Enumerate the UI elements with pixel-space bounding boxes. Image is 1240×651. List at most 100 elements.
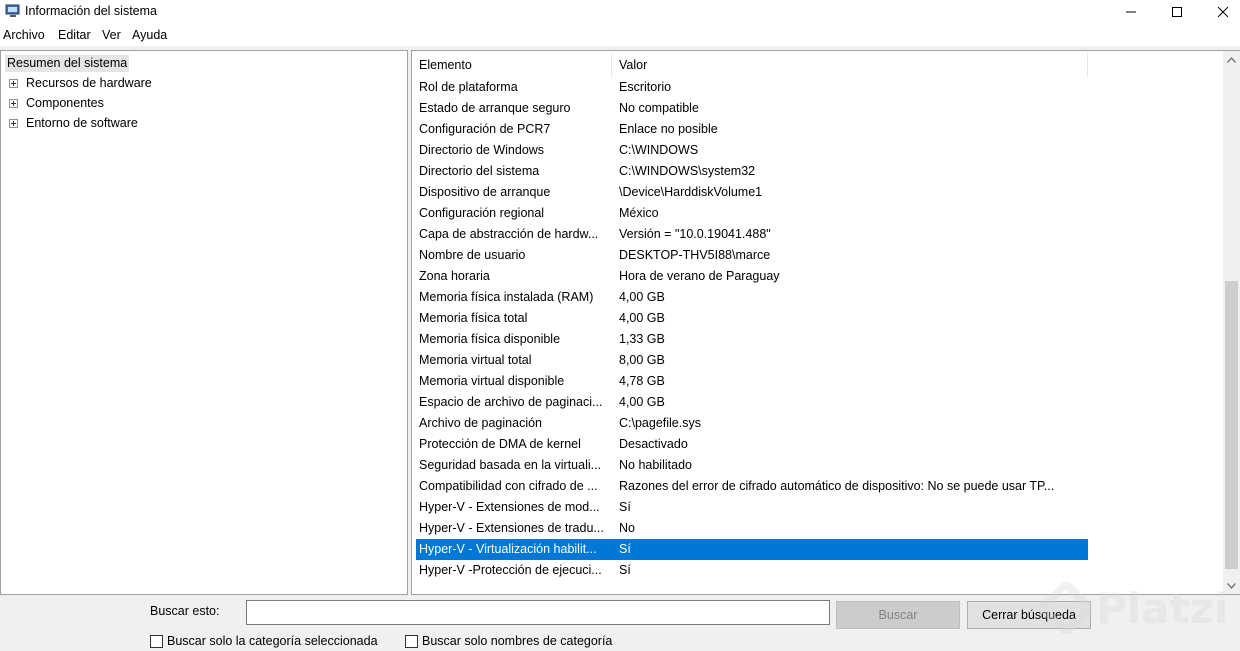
row-element-cell: Archivo de paginación xyxy=(419,416,542,430)
category-tree[interactable]: Resumen del sistema Recursos de hardware… xyxy=(0,50,408,595)
option-category-names[interactable]: Buscar solo nombres de categoría xyxy=(405,634,612,648)
tree-item-label: Recursos de hardware xyxy=(26,76,152,90)
table-row[interactable]: Protección de DMA de kernel Desactivado xyxy=(416,434,1088,455)
search-button[interactable]: Buscar xyxy=(836,601,960,629)
row-element-cell: Nombre de usuario xyxy=(419,248,526,262)
minimize-icon xyxy=(1126,11,1136,13)
row-value-cell: Hora de verano de Paraguay xyxy=(619,269,780,283)
row-value-cell: 4,00 GB xyxy=(619,290,665,304)
table-row[interactable]: Memoria virtual total 8,00 GB xyxy=(416,350,1088,371)
menu-ver[interactable]: Ver xyxy=(102,28,121,42)
table-row[interactable]: Compatibilidad con cifrado de ... Razones… xyxy=(416,476,1088,497)
checkbox[interactable] xyxy=(150,634,163,648)
table-row[interactable]: Hyper-V -Protección de ejecuci... Sí xyxy=(416,560,1088,581)
row-value-cell: No xyxy=(619,521,635,535)
row-value-cell: 4,00 GB xyxy=(619,395,665,409)
table-row[interactable]: Rol de plataforma Escritorio xyxy=(416,77,1088,98)
row-value-cell: Versión = "10.0.19041.488" xyxy=(619,227,771,241)
minimize-button[interactable] xyxy=(1108,0,1154,24)
column-header-value[interactable]: Valor xyxy=(612,53,1088,77)
expand-icon[interactable] xyxy=(9,119,18,128)
checkbox-label: Buscar solo la categoría seleccionada xyxy=(167,634,378,648)
table-row[interactable]: Hyper-V - Virtualización habilit... Sí xyxy=(416,539,1088,560)
row-value-cell: Enlace no posible xyxy=(619,122,718,136)
scroll-up-button[interactable] xyxy=(1223,51,1240,68)
row-element-cell: Memoria virtual total xyxy=(419,353,532,367)
row-element-cell: Seguridad basada en la virtuali... xyxy=(419,458,602,472)
table-row[interactable]: Archivo de paginación C:\pagefile.sys xyxy=(416,413,1088,434)
table-row[interactable]: Memoria física instalada (RAM) 4,00 GB xyxy=(416,287,1088,308)
table-row[interactable]: Directorio de Windows C:\WINDOWS xyxy=(416,140,1088,161)
row-value-cell: Sí xyxy=(619,542,631,556)
table-row[interactable]: Directorio del sistema C:\WINDOWS\system3… xyxy=(416,161,1088,182)
table-row[interactable]: Memoria física total 4,00 GB xyxy=(416,308,1088,329)
row-value-cell: DESKTOP-THV5I88\marce xyxy=(619,248,771,262)
scrollbar-thumb[interactable] xyxy=(1225,281,1238,569)
list-rows: Rol de plataforma Escritorio Estado de arr… xyxy=(416,77,1088,581)
row-value-cell: No compatible xyxy=(619,101,699,115)
row-element-cell: Configuración regional xyxy=(419,206,545,220)
table-row[interactable]: Capa de abstracción de hardw... Versión =… xyxy=(416,224,1088,245)
tree-item-system-summary[interactable]: Resumen del sistema xyxy=(5,55,130,72)
platzi-watermark: Platzi xyxy=(1040,582,1228,634)
table-row[interactable]: Memoria virtual disponible 4,78 GB xyxy=(416,371,1088,392)
table-row[interactable]: Dispositivo de arranque \Device\HarddiskV… xyxy=(416,182,1088,203)
table-row[interactable]: Configuración regional México xyxy=(416,203,1088,224)
row-value-cell: Razones del error de cifrado automático … xyxy=(619,479,1055,493)
table-row[interactable]: Estado de arranque seguro No compatible xyxy=(416,98,1088,119)
details-list[interactable]: Elemento Valor Rol de plataforma Escritor… xyxy=(411,50,1240,595)
row-element-cell: Capa de abstracción de hardw... xyxy=(419,227,599,241)
row-value-cell: 1,33 GB xyxy=(619,332,665,346)
row-element-cell: Zona horaria xyxy=(419,269,490,283)
tree-item-label: Componentes xyxy=(26,96,104,110)
search-label: Buscar esto: xyxy=(150,604,220,618)
system-info-icon xyxy=(5,4,20,17)
table-row[interactable]: Nombre de usuario DESKTOP-THV5I88\marce xyxy=(416,245,1088,266)
menu-archivo[interactable]: Archivo xyxy=(3,28,45,42)
tree-item-software-environment[interactable]: Entorno de software xyxy=(9,115,138,132)
close-button[interactable] xyxy=(1200,0,1240,24)
checkbox[interactable] xyxy=(405,634,418,648)
vertical-scrollbar[interactable] xyxy=(1223,51,1240,594)
row-element-cell: Directorio de Windows xyxy=(419,143,545,157)
row-value-cell: México xyxy=(619,206,659,220)
row-value-cell: 4,00 GB xyxy=(619,311,665,325)
column-header-element[interactable]: Elemento xyxy=(412,53,612,77)
table-row[interactable]: Zona horaria Hora de verano de Paraguay xyxy=(416,266,1088,287)
row-element-cell: Hyper-V - Extensiones de tradu... xyxy=(419,521,604,535)
maximize-button[interactable] xyxy=(1154,0,1200,24)
option-selected-category[interactable]: Buscar solo la categoría seleccionada xyxy=(150,634,378,648)
row-element-cell: Compatibilidad con cifrado de ... xyxy=(419,479,598,493)
list-header: Elemento Valor xyxy=(412,53,1088,77)
row-element-cell: Memoria física instalada (RAM) xyxy=(419,290,594,304)
table-row[interactable]: Configuración de PCR7 Enlace no posible xyxy=(416,119,1088,140)
table-row[interactable]: Memoria física disponible 1,33 GB xyxy=(416,329,1088,350)
row-value-cell: 8,00 GB xyxy=(619,353,665,367)
menu-bar: Archivo Editar Ver Ayuda xyxy=(0,24,1240,46)
row-element-cell: Configuración de PCR7 xyxy=(419,122,551,136)
row-value-cell: 4,78 GB xyxy=(619,374,665,388)
table-row[interactable]: Hyper-V - Extensiones de mod... Sí xyxy=(416,497,1088,518)
row-element-cell: Directorio del sistema xyxy=(419,164,540,178)
row-element-cell: Estado de arranque seguro xyxy=(419,101,571,115)
row-element-cell: Hyper-V - Virtualización habilit... xyxy=(419,542,597,556)
tree-item-hardware-resources[interactable]: Recursos de hardware xyxy=(9,75,152,92)
row-value-cell: C:\pagefile.sys xyxy=(619,416,701,430)
row-value-cell: Sí xyxy=(619,500,631,514)
table-row[interactable]: Seguridad basada en la virtuali... No hab… xyxy=(416,455,1088,476)
row-value-cell: Desactivado xyxy=(619,437,688,451)
table-row[interactable]: Espacio de archivo de paginaci... 4,00 GB xyxy=(416,392,1088,413)
row-element-cell: Hyper-V -Protección de ejecuci... xyxy=(419,563,602,577)
row-value-cell: \Device\HarddiskVolume1 xyxy=(619,185,763,199)
menu-editar[interactable]: Editar xyxy=(58,28,91,42)
row-element-cell: Rol de plataforma xyxy=(419,80,518,94)
tree-item-label: Entorno de software xyxy=(26,116,138,130)
expand-icon[interactable] xyxy=(9,79,18,88)
expand-icon[interactable] xyxy=(9,99,18,108)
row-value-cell: C:\WINDOWS xyxy=(619,143,699,157)
search-input[interactable] xyxy=(246,600,830,625)
table-row[interactable]: Hyper-V - Extensiones de tradu... No xyxy=(416,518,1088,539)
menu-ayuda[interactable]: Ayuda xyxy=(132,28,167,42)
row-value-cell: C:\WINDOWS\system32 xyxy=(619,164,756,178)
tree-item-components[interactable]: Componentes xyxy=(9,95,104,112)
